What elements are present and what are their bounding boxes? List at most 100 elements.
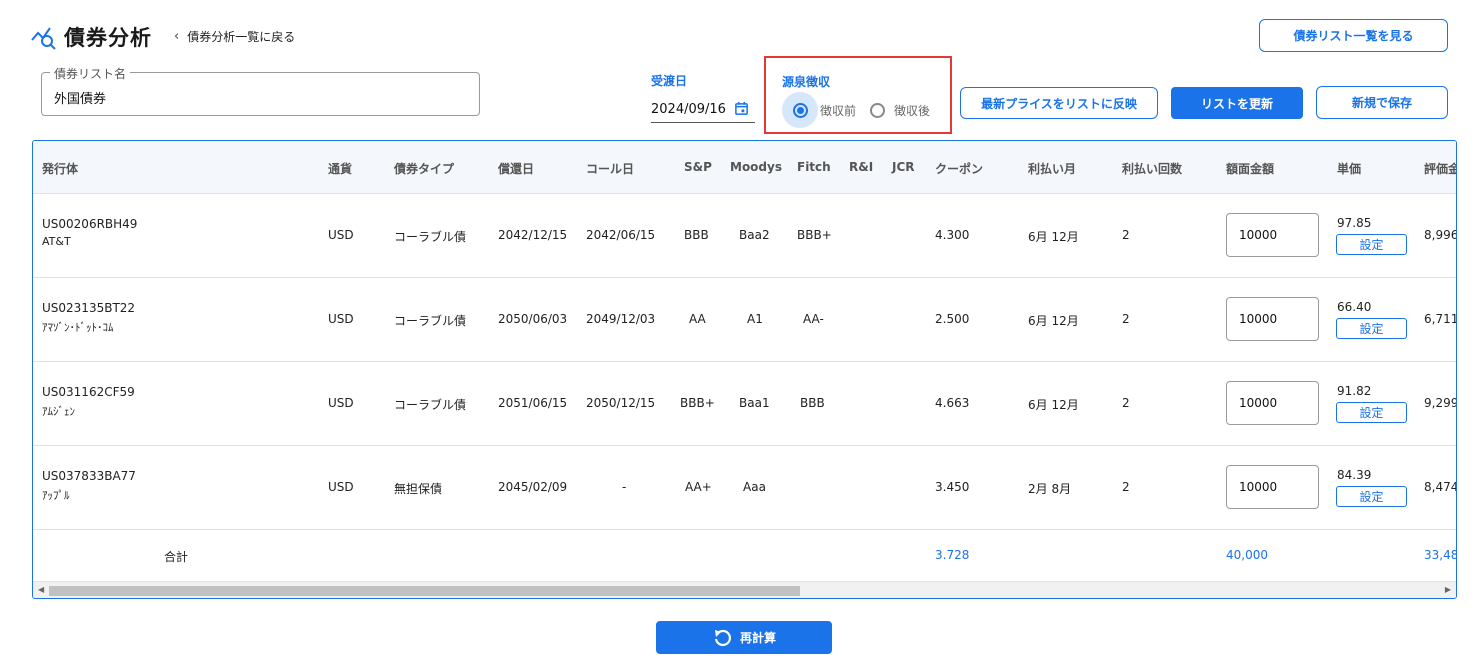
payment-count-cell: 2: [1122, 480, 1130, 494]
settlement-date-label: 受渡日: [651, 74, 688, 88]
unit-price-cell: 84.39: [1337, 468, 1372, 482]
face-amount-input[interactable]: 10000: [1226, 465, 1319, 509]
scroll-right-icon[interactable]: ▶: [1445, 585, 1451, 594]
col-issuer: 発行体: [42, 162, 79, 176]
sp-cell: AA: [689, 312, 706, 326]
calendar-icon[interactable]: [734, 101, 749, 116]
radio-after-tax[interactable]: [866, 92, 888, 128]
maturity-cell: 2051/06/15: [498, 396, 568, 410]
update-list-label: リストを更新: [1200, 96, 1273, 111]
scrollbar-thumb[interactable]: [49, 586, 800, 596]
back-label: 債券分析一覧に戻る: [187, 30, 296, 44]
coupon-cell: 2.500: [935, 312, 970, 326]
set-price-button[interactable]: 設定: [1336, 486, 1407, 507]
settlement-date-field[interactable]: 2024/09/16: [651, 97, 755, 123]
col-payment-count: 利払い回数: [1122, 162, 1183, 176]
moodys-cell: A1: [747, 312, 763, 326]
col-jcr: JCR: [892, 160, 915, 174]
col-call-date: コール日: [586, 162, 635, 176]
back-link[interactable]: ‹ 債券分析一覧に戻る: [174, 28, 295, 45]
payment-months-cell: 6月 12月: [1028, 230, 1079, 244]
total-valuation: 33,48: [1424, 548, 1457, 562]
col-currency: 通貨: [328, 162, 353, 176]
scroll-left-icon[interactable]: ◀: [38, 585, 44, 594]
valuation-cell: 6,711: [1424, 312, 1457, 326]
bond-list-button-label: 債券リスト一覧を見る: [1293, 29, 1414, 43]
bond-type-cell: 無担保債: [394, 482, 443, 496]
horizontal-scrollbar[interactable]: ◀ ▶: [33, 581, 1456, 598]
col-maturity: 償還日: [498, 162, 535, 176]
col-sp: S&P: [684, 160, 712, 174]
col-fitch: Fitch: [797, 160, 831, 174]
face-amount-input[interactable]: 10000: [1226, 381, 1319, 425]
issuer-code: US031162CF59: [42, 385, 135, 399]
currency-cell: USD: [328, 312, 354, 326]
face-amount-input[interactable]: 10000: [1226, 297, 1319, 341]
payment-months-cell: 2月 8月: [1028, 482, 1072, 496]
moodys-cell: Baa1: [739, 396, 770, 410]
list-name-label: 債券リスト名: [50, 65, 131, 82]
list-name-field[interactable]: 債券リスト名 外国債券: [41, 65, 480, 116]
sp-cell: BBB: [684, 228, 709, 242]
refresh-icon: [714, 629, 731, 646]
reflect-prices-label: 最新プライスをリストに反映: [981, 96, 1137, 111]
payment-months-cell: 6月 12月: [1028, 398, 1079, 412]
issuer-cell: US00206RBH49 AT&T: [42, 217, 137, 248]
reflect-prices-button[interactable]: 最新プライスをリストに反映: [960, 87, 1158, 119]
bond-type-cell: コーラブル債: [394, 398, 467, 412]
valuation-cell: 9,299: [1424, 396, 1457, 410]
totals-row: 合計 3.728 40,000 33,48: [33, 529, 1456, 581]
valuation-cell: 8,996: [1424, 228, 1457, 242]
set-price-button[interactable]: 設定: [1336, 402, 1407, 423]
col-moodys: Moodys: [730, 160, 782, 174]
col-ri: R&I: [849, 160, 874, 174]
valuation-cell: 8,474: [1424, 480, 1457, 494]
sp-cell: BBB+: [680, 396, 715, 410]
table-row: US031162CF59 ｱﾑｼﾞｪﾝ USD コーラブル債 2051/06/1…: [33, 362, 1456, 446]
issuer-name: ｱﾏｿﾞﾝ･ﾄﾞｯﾄ･ｺﾑ: [42, 321, 114, 334]
col-coupon: クーポン: [935, 162, 984, 176]
table-header: 発行体 通貨 債券タイプ 償還日 コール日 S&P Moodys Fitch R…: [33, 141, 1456, 194]
fitch-cell: AA-: [803, 312, 824, 326]
bond-list-button[interactable]: 債券リスト一覧を見る: [1259, 19, 1448, 52]
bond-table: 発行体 通貨 債券タイプ 償還日 コール日 S&P Moodys Fitch R…: [32, 140, 1457, 599]
bond-type-cell: コーラブル債: [394, 230, 467, 244]
page-title: 債券分析: [64, 26, 152, 50]
maturity-cell: 2045/02/09: [498, 480, 568, 494]
table-row: US00206RBH49 AT&T USD コーラブル債 2042/12/15 …: [33, 194, 1456, 278]
coupon-cell: 4.300: [935, 228, 970, 242]
save-new-button[interactable]: 新規で保存: [1316, 86, 1448, 119]
issuer-code: US00206RBH49: [42, 217, 138, 231]
issuer-name: AT&T: [42, 235, 71, 248]
radio-after-tax-label: 徴収後: [894, 103, 931, 118]
fitch-cell: BBB+: [797, 228, 832, 242]
bond-type-cell: コーラブル債: [394, 314, 467, 328]
table-row: US037833BA77 ｱｯﾌﾟﾙ USD 無担保債 2045/02/09 -…: [33, 446, 1456, 530]
maturity-cell: 2050/06/03: [498, 312, 568, 326]
issuer-name: ｱﾑｼﾞｪﾝ: [42, 405, 75, 418]
radio-before-tax-label: 徴収前: [820, 103, 857, 118]
call-date-cell: -: [622, 480, 627, 494]
unit-price-cell: 66.40: [1337, 300, 1372, 314]
payment-count-cell: 2: [1122, 396, 1130, 410]
issuer-cell: US031162CF59 ｱﾑｼﾞｪﾝ: [42, 385, 135, 419]
call-date-cell: 2049/12/03: [586, 312, 656, 326]
set-price-button[interactable]: 設定: [1336, 234, 1407, 255]
update-list-button[interactable]: リストを更新: [1171, 87, 1303, 119]
recalculate-label: 再計算: [739, 631, 776, 645]
moodys-cell: Aaa: [743, 480, 766, 494]
recalculate-button[interactable]: 再計算: [656, 621, 832, 654]
table-row: US023135BT22 ｱﾏｿﾞﾝ･ﾄﾞｯﾄ･ｺﾑ USD コーラブル債 20…: [33, 278, 1456, 362]
maturity-cell: 2042/12/15: [498, 228, 568, 242]
face-amount-input[interactable]: 10000: [1226, 213, 1319, 257]
radio-before-tax[interactable]: [782, 92, 818, 128]
unit-price-cell: 97.85: [1337, 216, 1372, 230]
coupon-cell: 4.663: [935, 396, 970, 410]
fitch-cell: BBB: [800, 396, 825, 410]
currency-cell: USD: [328, 396, 354, 410]
currency-cell: USD: [328, 228, 354, 242]
payment-count-cell: 2: [1122, 228, 1130, 242]
set-price-button[interactable]: 設定: [1336, 318, 1407, 339]
issuer-name: ｱｯﾌﾟﾙ: [42, 489, 70, 502]
chevron-left-icon: ‹: [174, 29, 180, 44]
